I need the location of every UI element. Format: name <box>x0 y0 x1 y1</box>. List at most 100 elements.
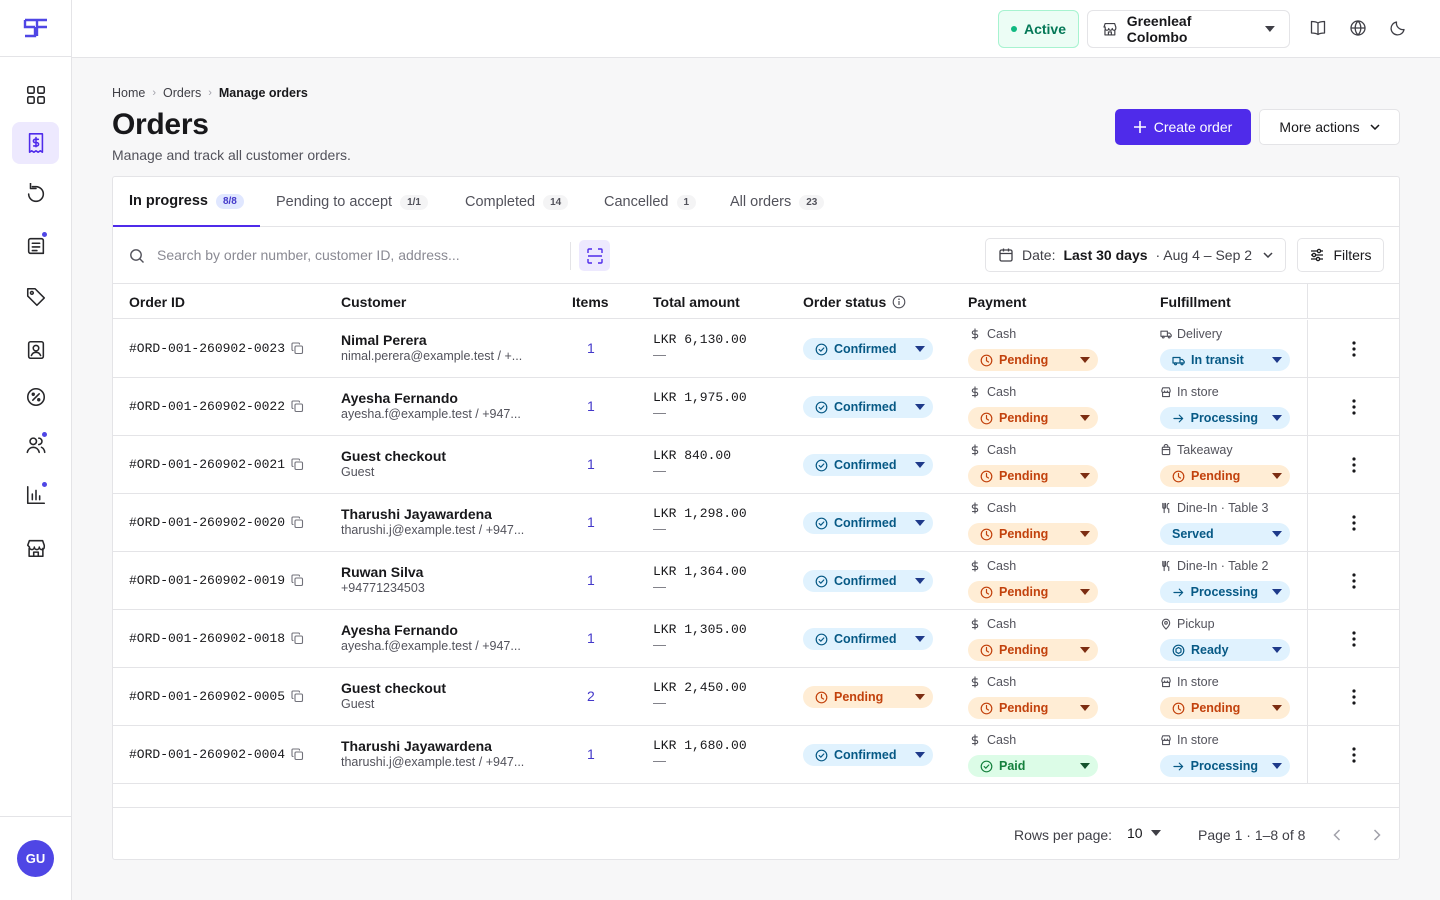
copy-icon[interactable] <box>291 632 304 645</box>
language-globe-icon[interactable] <box>1346 16 1370 40</box>
avatar[interactable]: GU <box>17 840 54 877</box>
payment-status-select[interactable]: Pending <box>968 407 1098 429</box>
row-actions-button[interactable] <box>1344 454 1364 476</box>
payment-status-select[interactable]: Paid <box>968 755 1098 777</box>
payment-status-select[interactable]: Pending <box>968 523 1098 545</box>
copy-icon[interactable] <box>291 458 304 471</box>
order-id[interactable]: #ORD-001-260902-0004 <box>129 747 285 762</box>
items-count[interactable]: 1 <box>587 514 597 530</box>
customer-cell[interactable]: Ruwan Silva +94771234503 <box>341 564 541 595</box>
store-selector[interactable]: Greenleaf Colombo <box>1087 10 1290 48</box>
row-actions-button[interactable] <box>1344 686 1364 708</box>
items-count[interactable]: 1 <box>587 630 597 646</box>
customer-cell[interactable]: Guest checkout Guest <box>341 448 541 479</box>
order-id[interactable]: #ORD-001-260902-0022 <box>129 399 285 414</box>
tab-in-progress[interactable]: In progress 8/8 <box>113 177 260 227</box>
sidebar-item-menu-book[interactable] <box>12 225 59 267</box>
table-row[interactable]: #ORD-001-260902-0020 Tharushi Jayawardena… <box>113 494 1399 552</box>
docs-book-icon[interactable] <box>1306 16 1330 40</box>
fulfillment-status-select[interactable]: Ready <box>1160 639 1290 661</box>
fulfillment-status-select[interactable]: Processing <box>1160 755 1290 777</box>
sidebar-item-tag[interactable] <box>12 276 59 318</box>
fulfillment-status-select[interactable]: Processing <box>1160 581 1290 603</box>
table-row[interactable]: #ORD-001-260902-0021 Guest checkout Guest 1… <box>113 436 1399 494</box>
table-row[interactable]: #ORD-001-260902-0005 Guest checkout Guest 2… <box>113 668 1399 726</box>
scan-button[interactable] <box>579 240 610 271</box>
table-row[interactable]: #ORD-001-260902-0023 Nimal Perera nimal.pe… <box>113 320 1399 378</box>
rows-per-page-select[interactable]: 10 <box>1127 825 1161 841</box>
order-status-select[interactable]: Confirmed <box>803 744 933 766</box>
fulfillment-status-select[interactable]: Processing <box>1160 407 1290 429</box>
payment-status-select[interactable]: Pending <box>968 581 1098 603</box>
items-count[interactable]: 1 <box>587 398 597 414</box>
more-actions-button[interactable]: More actions <box>1259 109 1400 145</box>
fulfillment-status-select[interactable]: Served <box>1160 523 1290 545</box>
customer-cell[interactable]: Tharushi Jayawardena tharushi.j@example.t… <box>341 738 541 769</box>
row-actions-button[interactable] <box>1344 396 1364 418</box>
tab-cancelled[interactable]: Cancelled 1 <box>588 177 712 227</box>
table-row[interactable]: #ORD-001-260902-0022 Ayesha Fernando ayesh… <box>113 378 1399 436</box>
row-actions-button[interactable] <box>1344 512 1364 534</box>
items-count[interactable]: 2 <box>587 688 597 704</box>
copy-icon[interactable] <box>291 574 304 587</box>
row-actions-button[interactable] <box>1344 338 1364 360</box>
items-count[interactable]: 1 <box>587 746 597 762</box>
header-total-amount[interactable]: Total amount <box>653 294 740 310</box>
search-input[interactable] <box>157 242 569 268</box>
customer-cell[interactable]: Ayesha Fernando ayesha.f@example.test / +… <box>341 390 541 421</box>
tab-completed[interactable]: Completed 14 <box>449 177 584 227</box>
items-count[interactable]: 1 <box>587 456 597 472</box>
fulfillment-status-select[interactable]: In transit <box>1160 349 1290 371</box>
order-id[interactable]: #ORD-001-260902-0023 <box>129 341 285 356</box>
order-status-select[interactable]: Confirmed <box>803 512 933 534</box>
order-status-select[interactable]: Confirmed <box>803 628 933 650</box>
order-status-select[interactable]: Confirmed <box>803 570 933 592</box>
order-id[interactable]: #ORD-001-260902-0005 <box>129 689 285 704</box>
breadcrumb-home[interactable]: Home <box>112 86 145 100</box>
sidebar-item-users[interactable] <box>12 424 59 466</box>
order-id[interactable]: #ORD-001-260902-0019 <box>129 573 285 588</box>
create-order-button[interactable]: Create order <box>1115 109 1251 145</box>
order-id[interactable]: #ORD-001-260902-0018 <box>129 631 285 646</box>
customer-cell[interactable]: Nimal Perera nimal.perera@example.test / … <box>341 332 541 363</box>
customer-cell[interactable]: Guest checkout Guest <box>341 680 541 711</box>
theme-moon-icon[interactable] <box>1386 16 1410 40</box>
customer-cell[interactable]: Ayesha Fernando ayesha.f@example.test / +… <box>341 622 541 653</box>
copy-icon[interactable] <box>291 690 304 703</box>
fulfillment-status-select[interactable]: Pending <box>1160 697 1290 719</box>
payment-status-select[interactable]: Pending <box>968 465 1098 487</box>
sidebar-item-analytics-chart[interactable] <box>12 474 59 516</box>
header-order-status[interactable]: Order status <box>803 294 906 310</box>
sidebar-item-orders-invoice[interactable] <box>12 122 59 164</box>
prev-page-button[interactable] <box>1327 826 1347 844</box>
fulfillment-status-select[interactable]: Pending <box>1160 465 1290 487</box>
table-row[interactable]: #ORD-001-260902-0019 Ruwan Silva +94771234… <box>113 552 1399 610</box>
order-status-select[interactable]: Confirmed <box>803 396 933 418</box>
order-status-select[interactable]: Confirmed <box>803 338 933 360</box>
table-row[interactable]: #ORD-001-260902-0004 Tharushi Jayawardena… <box>113 726 1399 784</box>
payment-status-select[interactable]: Pending <box>968 639 1098 661</box>
header-fulfillment[interactable]: Fulfillment <box>1160 294 1231 310</box>
header-payment[interactable]: Payment <box>968 294 1026 310</box>
breadcrumb-orders[interactable]: Orders <box>163 86 201 100</box>
filters-button[interactable]: Filters <box>1297 238 1384 272</box>
date-filter[interactable]: Date: Last 30 days · Aug 4 – Sep 2 <box>985 238 1286 272</box>
status-badge[interactable]: Active <box>998 10 1079 48</box>
row-actions-button[interactable] <box>1344 744 1364 766</box>
header-order-id[interactable]: Order ID <box>129 294 185 310</box>
order-status-select[interactable]: Confirmed <box>803 454 933 476</box>
table-row[interactable]: #ORD-001-260902-0018 Ayesha Fernando ayesh… <box>113 610 1399 668</box>
customer-cell[interactable]: Tharushi Jayawardena tharushi.j@example.t… <box>341 506 541 537</box>
header-items[interactable]: Items <box>572 294 609 310</box>
sidebar-item-contacts[interactable] <box>12 329 59 371</box>
row-actions-button[interactable] <box>1344 570 1364 592</box>
next-page-button[interactable] <box>1367 826 1387 844</box>
order-id[interactable]: #ORD-001-260902-0021 <box>129 457 285 472</box>
sidebar-item-refresh-history[interactable] <box>12 173 59 215</box>
app-logo[interactable] <box>0 0 71 57</box>
sidebar-item-discount[interactable] <box>12 376 59 418</box>
tab-all-orders[interactable]: All orders 23 <box>714 177 840 227</box>
copy-icon[interactable] <box>291 342 304 355</box>
info-icon[interactable] <box>892 295 906 309</box>
copy-icon[interactable] <box>291 400 304 413</box>
